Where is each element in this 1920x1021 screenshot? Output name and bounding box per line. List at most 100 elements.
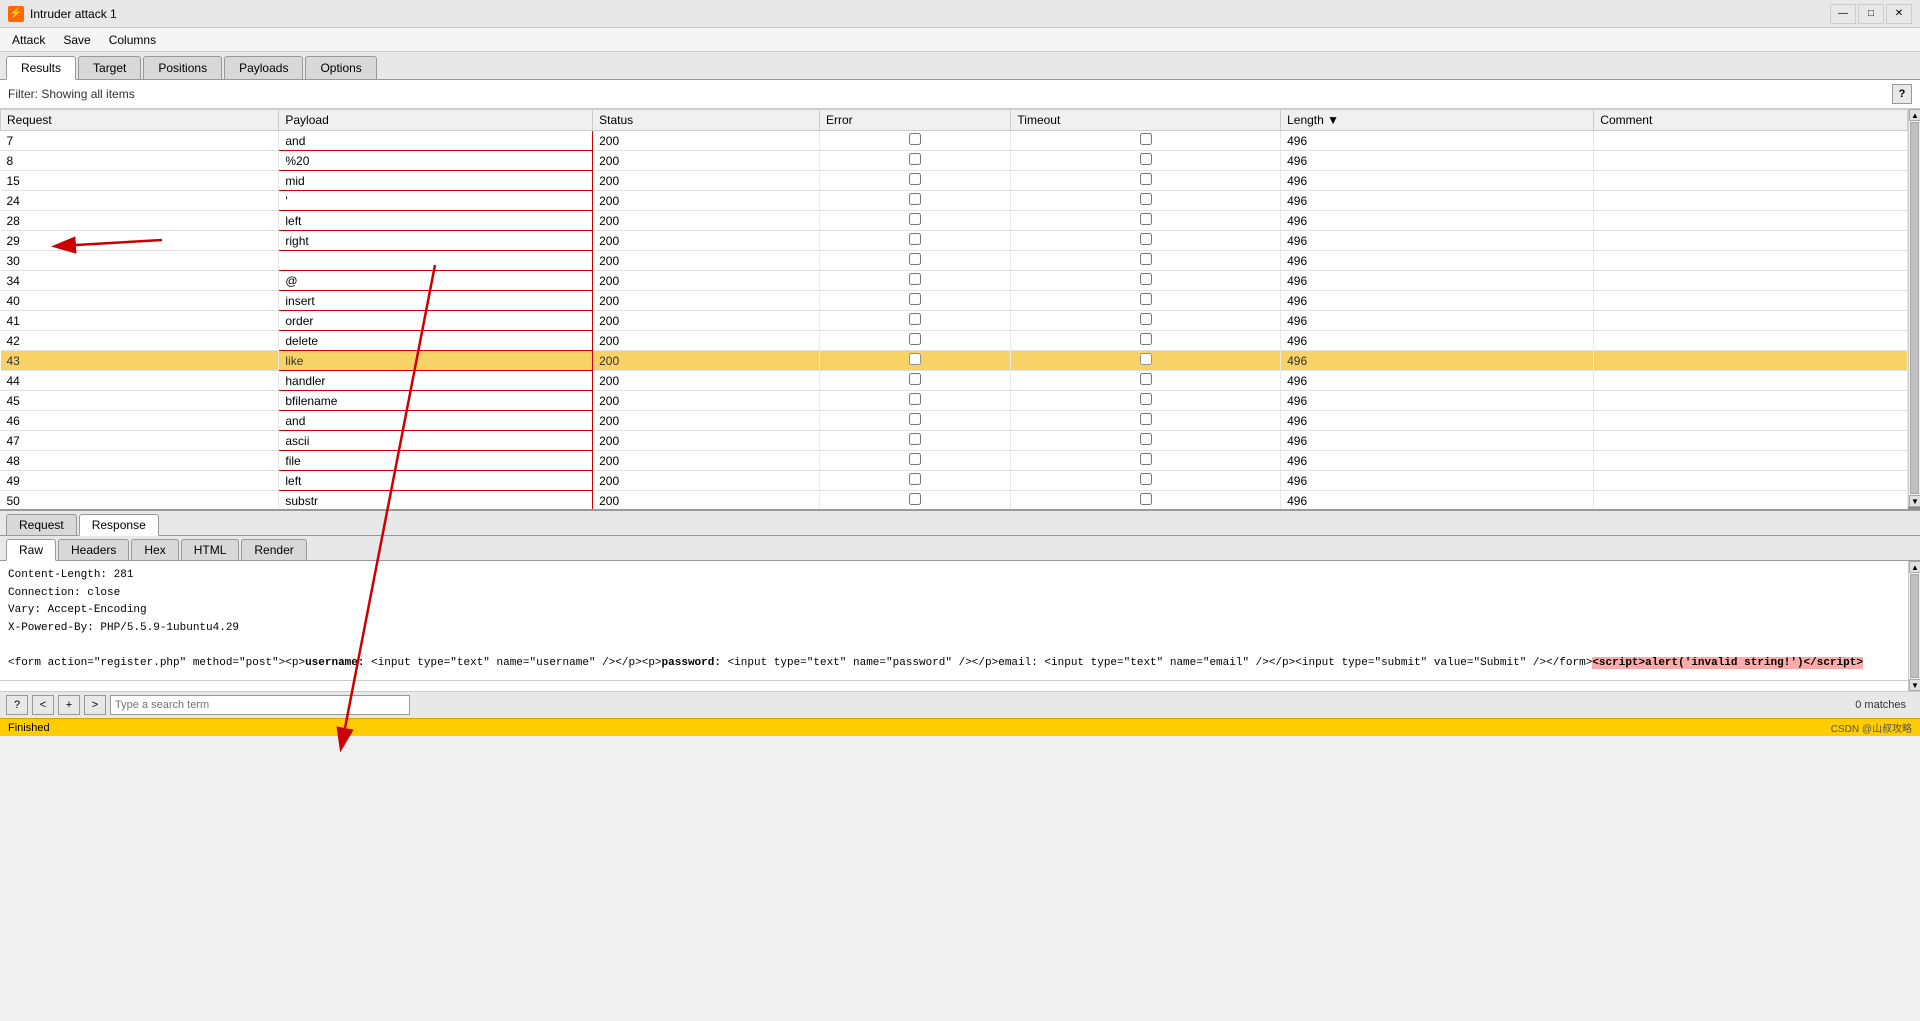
table-row[interactable]: 46 and 200 496 [1, 411, 1908, 431]
tab-options[interactable]: Options [305, 56, 376, 79]
cell-error[interactable] [820, 211, 1011, 231]
cell-comment [1594, 331, 1908, 351]
table-row[interactable]: 49 left 200 496 [1, 471, 1908, 491]
cell-error[interactable] [820, 191, 1011, 211]
col-error[interactable]: Error [820, 110, 1011, 131]
col-payload[interactable]: Payload [279, 110, 593, 131]
cell-timeout[interactable] [1011, 191, 1281, 211]
cell-error[interactable] [820, 311, 1011, 331]
cell-error[interactable] [820, 371, 1011, 391]
cell-length: 496 [1281, 451, 1594, 471]
cell-timeout[interactable] [1011, 451, 1281, 471]
tab-results[interactable]: Results [6, 56, 76, 80]
tab-request[interactable]: Request [6, 514, 77, 535]
content-scroll-thumb[interactable] [1910, 574, 1919, 678]
cell-error[interactable] [820, 251, 1011, 271]
cell-error[interactable] [820, 471, 1011, 491]
menu-columns[interactable]: Columns [101, 31, 164, 49]
cell-error[interactable] [820, 291, 1011, 311]
cell-status: 200 [593, 451, 820, 471]
search-input[interactable] [110, 695, 410, 715]
cell-timeout[interactable] [1011, 131, 1281, 151]
col-status[interactable]: Status [593, 110, 820, 131]
table-row[interactable]: 15 mid 200 496 [1, 171, 1908, 191]
table-row[interactable]: 50 substr 200 496 [1, 491, 1908, 510]
menu-save[interactable]: Save [55, 31, 98, 49]
search-next2-button[interactable]: > [84, 695, 106, 715]
scroll-down-btn[interactable]: ▼ [1909, 495, 1920, 507]
table-row[interactable]: 42 delete 200 496 [1, 331, 1908, 351]
cell-timeout[interactable] [1011, 151, 1281, 171]
table-row[interactable]: 34 @ 200 496 [1, 271, 1908, 291]
table-row[interactable]: 40 insert 200 496 [1, 291, 1908, 311]
cell-request: 44 [1, 371, 279, 391]
cell-error[interactable] [820, 411, 1011, 431]
tab-payloads[interactable]: Payloads [224, 56, 303, 79]
cell-error[interactable] [820, 271, 1011, 291]
table-row[interactable]: 8 %20 200 496 [1, 151, 1908, 171]
menu-attack[interactable]: Attack [4, 31, 53, 49]
cell-timeout[interactable] [1011, 171, 1281, 191]
table-scrollbar[interactable]: ▲ ▼ [1908, 109, 1920, 507]
cell-timeout[interactable] [1011, 471, 1281, 491]
content-scroll-down[interactable]: ▼ [1909, 679, 1920, 691]
cell-error[interactable] [820, 451, 1011, 471]
subtab-html[interactable]: HTML [181, 539, 240, 560]
subtab-render[interactable]: Render [241, 539, 306, 560]
cell-timeout[interactable] [1011, 291, 1281, 311]
cell-timeout[interactable] [1011, 411, 1281, 431]
cell-error[interactable] [820, 391, 1011, 411]
cell-timeout[interactable] [1011, 271, 1281, 291]
table-row[interactable]: 7 and 200 496 [1, 131, 1908, 151]
cell-timeout[interactable] [1011, 311, 1281, 331]
table-row[interactable]: 41 order 200 496 [1, 311, 1908, 331]
cell-error[interactable] [820, 331, 1011, 351]
table-row[interactable]: 28 left 200 496 [1, 211, 1908, 231]
subtab-raw[interactable]: Raw [6, 539, 56, 561]
cell-error[interactable] [820, 171, 1011, 191]
cell-timeout[interactable] [1011, 391, 1281, 411]
table-row[interactable]: 48 file 200 496 [1, 451, 1908, 471]
cell-error[interactable] [820, 131, 1011, 151]
cell-error[interactable] [820, 351, 1011, 371]
tab-target[interactable]: Target [78, 56, 141, 79]
content-scroll-up[interactable]: ▲ [1909, 561, 1920, 573]
table-row[interactable]: 43 like 200 496 [1, 351, 1908, 371]
cell-timeout[interactable] [1011, 431, 1281, 451]
cell-timeout[interactable] [1011, 211, 1281, 231]
search-help-button[interactable]: ? [6, 695, 28, 715]
col-timeout[interactable]: Timeout [1011, 110, 1281, 131]
cell-error[interactable] [820, 431, 1011, 451]
cell-timeout[interactable] [1011, 231, 1281, 251]
search-next-button[interactable]: + [58, 695, 80, 715]
subtab-hex[interactable]: Hex [131, 539, 178, 560]
cell-timeout[interactable] [1011, 251, 1281, 271]
cell-timeout[interactable] [1011, 331, 1281, 351]
col-comment[interactable]: Comment [1594, 110, 1908, 131]
table-row[interactable]: 47 ascii 200 496 [1, 431, 1908, 451]
tab-positions[interactable]: Positions [143, 56, 222, 79]
col-length[interactable]: Length ▼ [1281, 110, 1594, 131]
cell-timeout[interactable] [1011, 351, 1281, 371]
table-row[interactable]: 30 200 496 [1, 251, 1908, 271]
table-row[interactable]: 29 right 200 496 [1, 231, 1908, 251]
table-row[interactable]: 44 handler 200 496 [1, 371, 1908, 391]
tab-response[interactable]: Response [79, 514, 159, 536]
table-row[interactable]: 45 bfilename 200 496 [1, 391, 1908, 411]
maximize-button[interactable]: □ [1858, 4, 1884, 24]
col-request[interactable]: Request [1, 110, 279, 131]
subtab-headers[interactable]: Headers [58, 539, 129, 560]
scroll-up-btn[interactable]: ▲ [1909, 109, 1920, 121]
table-row[interactable]: 24 ' 200 496 [1, 191, 1908, 211]
cell-timeout[interactable] [1011, 371, 1281, 391]
scroll-thumb[interactable] [1910, 122, 1919, 494]
minimize-button[interactable]: — [1830, 4, 1856, 24]
cell-timeout[interactable] [1011, 491, 1281, 510]
content-scrollbar[interactable]: ▲ ▼ [1908, 561, 1920, 691]
filter-help-button[interactable]: ? [1892, 84, 1912, 104]
close-button[interactable]: ✕ [1886, 4, 1912, 24]
cell-error[interactable] [820, 231, 1011, 251]
cell-error[interactable] [820, 491, 1011, 510]
cell-error[interactable] [820, 151, 1011, 171]
search-prev-button[interactable]: < [32, 695, 54, 715]
